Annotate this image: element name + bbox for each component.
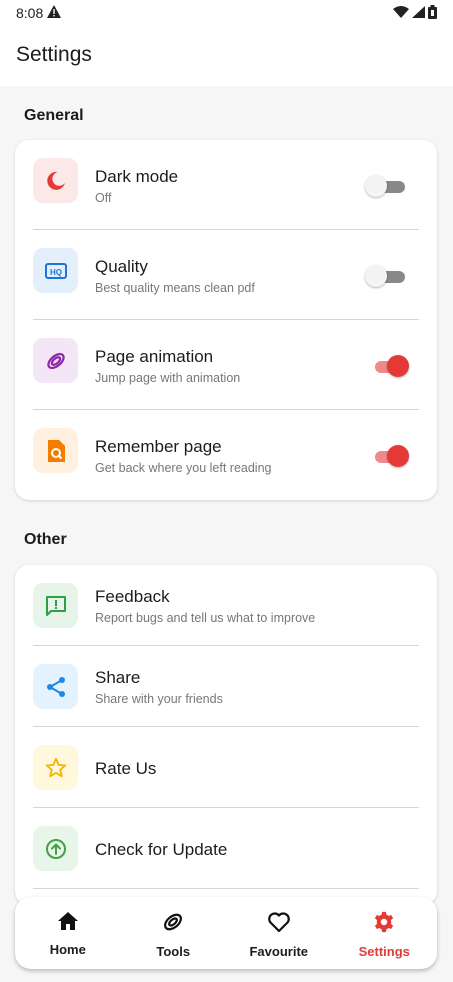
setting-label: Share [95,668,141,687]
battery-icon [428,4,437,22]
other-card: Feedback Report bugs and tell us what to… [15,565,437,905]
file-search-icon [33,428,78,473]
setting-subtitle: Share with your friends [95,692,223,706]
general-card: Dark mode Off HQ Quality Best quality me… [15,140,437,500]
home-icon [57,911,79,936]
rings-icon [161,911,185,938]
setting-feedback[interactable]: Feedback Report bugs and tell us what to… [15,565,437,646]
nav-tools[interactable]: Tools [121,897,227,969]
setting-subtitle: Off [95,191,112,205]
setting-label: Feedback [95,587,170,606]
page-animation-toggle[interactable] [371,355,409,377]
nav-label: Settings [358,944,410,959]
quality-toggle[interactable] [365,265,407,287]
page-title: Settings [16,43,92,66]
app-bar: Settings [0,26,453,86]
share-icon [33,664,78,709]
divider [33,888,419,889]
wifi-icon [393,5,409,21]
setting-page-animation[interactable]: Page animation Jump page with animation [15,320,437,410]
nav-label: Favourite [249,944,308,959]
bottom-navigation: Home Tools Favourite Settings [15,897,437,969]
update-icon [33,826,78,871]
setting-label: Check for Update [95,840,228,859]
setting-subtitle: Report bugs and tell us what to improve [95,611,316,625]
signal-icon [412,5,425,21]
setting-share[interactable]: Share Share with your friends [15,646,437,727]
feedback-icon [33,583,78,628]
setting-label: Quality [95,257,148,276]
rings-icon [33,338,78,383]
dark-mode-toggle[interactable] [365,175,407,197]
setting-dark-mode[interactable]: Dark mode Off [15,140,437,230]
setting-rate-us[interactable]: Rate Us [15,727,437,808]
heart-icon [267,911,291,938]
setting-remember-page[interactable]: Remember page Get back where you left re… [15,410,437,500]
section-title-other: Other [24,531,67,548]
status-time: 8:08 [16,5,44,21]
setting-label: Remember page [95,437,222,456]
setting-label: Rate Us [95,759,157,778]
nav-label: Tools [156,944,191,959]
warning-icon [47,5,62,21]
setting-label: Page animation [95,347,214,366]
svg-text:HQ: HQ [50,268,62,277]
setting-subtitle: Jump page with animation [95,371,241,385]
setting-label: Dark mode [95,167,179,186]
setting-subtitle: Get back where you left reading [95,461,272,475]
remember-page-toggle[interactable] [371,445,409,467]
section-title-general: General [24,107,84,124]
nav-label: Home [49,942,86,957]
nav-favourite[interactable]: Favourite [226,897,332,969]
setting-quality[interactable]: HQ Quality Best quality means clean pdf [15,230,437,320]
status-bar: 8:08 [0,0,453,26]
hq-icon: HQ [33,248,78,293]
setting-subtitle: Best quality means clean pdf [95,281,255,295]
star-icon [33,745,78,790]
gear-icon [373,911,395,938]
moon-icon [33,158,78,203]
setting-check-update[interactable]: Check for Update [15,808,437,889]
nav-home[interactable]: Home [15,897,121,969]
nav-settings[interactable]: Settings [332,897,438,969]
